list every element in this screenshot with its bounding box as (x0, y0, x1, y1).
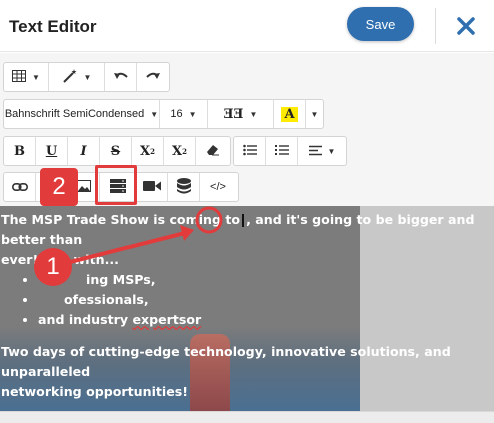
redo-icon (145, 70, 161, 85)
toolbar-group-format: B U I S X2 X2 (3, 136, 231, 166)
chevron-down-icon: ▼ (32, 72, 40, 82)
toolbar-group-lists: ▼ (233, 136, 347, 166)
table-dropdown[interactable]: ▼ (4, 63, 49, 91)
insert-link-button[interactable] (4, 173, 36, 201)
video-icon (142, 180, 161, 195)
highlight-color-dropdown[interactable]: ▼ (306, 100, 323, 128)
dialog-header: Text Editor Save (0, 0, 494, 52)
clear-format-button[interactable] (196, 137, 230, 165)
insert-video-button[interactable] (136, 173, 168, 201)
close-icon[interactable] (452, 12, 480, 40)
bullet-list-button[interactable] (234, 137, 266, 165)
toolbar-group-font: Bahnschrift SemiCondensed ▼ 16 ▼ ƎƎ ▼ A … (3, 99, 324, 129)
chevron-down-icon: ▼ (249, 109, 258, 119)
link-icon (11, 180, 28, 195)
list-item: and industry expertsor (38, 310, 487, 330)
undo-button[interactable] (105, 63, 137, 91)
superscript-label: X (140, 143, 151, 159)
code-view-button[interactable]: </> (200, 173, 236, 201)
step-1-badge: 1 (34, 248, 72, 286)
bullet-list: ing MSPs, ofessionals, and industry expe… (38, 270, 487, 330)
step-2-badge: 2 (40, 168, 78, 206)
insert-data-button[interactable] (168, 173, 200, 201)
dialog-title: Text Editor (9, 17, 97, 36)
toolbar-group-insert: ▼ ▼ (3, 62, 170, 92)
undo-icon (113, 70, 129, 85)
superscript-button[interactable]: X2 (132, 137, 164, 165)
redo-button[interactable] (137, 63, 169, 91)
numbered-list-icon (274, 144, 289, 159)
text-editor-dialog: Text Editor Save ▼ ▼ Bahnschrift SemiCon… (0, 0, 494, 423)
database-icon (176, 177, 191, 197)
superscript-mark: 2 (150, 146, 155, 156)
magic-wand-dropdown[interactable]: ▼ (49, 63, 105, 91)
strikethrough-button[interactable]: S (100, 137, 132, 165)
magic-wand-icon (62, 68, 78, 86)
paragraph-intro: The MSP Trade Show is coming to, and it'… (1, 210, 487, 270)
subscript-button[interactable]: X2 (164, 137, 196, 165)
align-left-icon (308, 144, 322, 159)
font-color-icon: ƎƎ (223, 106, 244, 122)
image-icon (76, 179, 91, 195)
bold-button[interactable]: B (4, 137, 36, 165)
align-dropdown[interactable]: ▼ (298, 137, 346, 165)
font-color-dropdown[interactable]: ƎƎ ▼ (208, 100, 274, 128)
bullet-list-icon (242, 144, 257, 159)
chevron-down-icon: ▼ (150, 109, 159, 119)
italic-button[interactable]: I (68, 137, 100, 165)
font-size-value: 16 (170, 108, 183, 120)
header-divider (435, 8, 436, 44)
chevron-down-icon: ▼ (188, 109, 197, 119)
chevron-down-icon: ▼ (327, 146, 336, 156)
save-button[interactable]: Save (347, 7, 414, 41)
numbered-list-button[interactable] (266, 137, 298, 165)
font-family-select[interactable]: Bahnschrift SemiCondensed ▼ (4, 100, 160, 128)
chevron-down-icon: ▼ (83, 72, 92, 82)
list-item: ofessionals, (38, 290, 487, 310)
misspelled-word: expertsor (132, 312, 202, 327)
editor-content[interactable]: The MSP Trade Show is coming to, and it'… (0, 206, 494, 411)
font-family-value: Bahnschrift SemiCondensed (4, 108, 145, 120)
font-size-select[interactable]: 16 ▼ (160, 100, 208, 128)
list-item: ing MSPs, (38, 270, 487, 290)
highlight-icon: A (281, 106, 298, 122)
eraser-icon (206, 144, 220, 159)
subscript-mark: 2 (182, 146, 187, 156)
text-cursor (242, 214, 245, 227)
editor-text[interactable]: The MSP Trade Show is coming to, and it'… (1, 210, 487, 402)
insert-block-highlight (95, 165, 137, 205)
intro-text-part1: The MSP Trade Show is coming to (1, 212, 241, 227)
underline-button[interactable]: U (36, 137, 68, 165)
table-icon (12, 69, 27, 85)
editor-statusbar (0, 411, 494, 423)
subscript-label: X (172, 143, 183, 159)
paragraph-details: Two days of cutting-edge technology, inn… (1, 344, 451, 399)
highlight-color-button[interactable]: A (274, 100, 306, 128)
chevron-down-icon: ▼ (310, 109, 319, 119)
